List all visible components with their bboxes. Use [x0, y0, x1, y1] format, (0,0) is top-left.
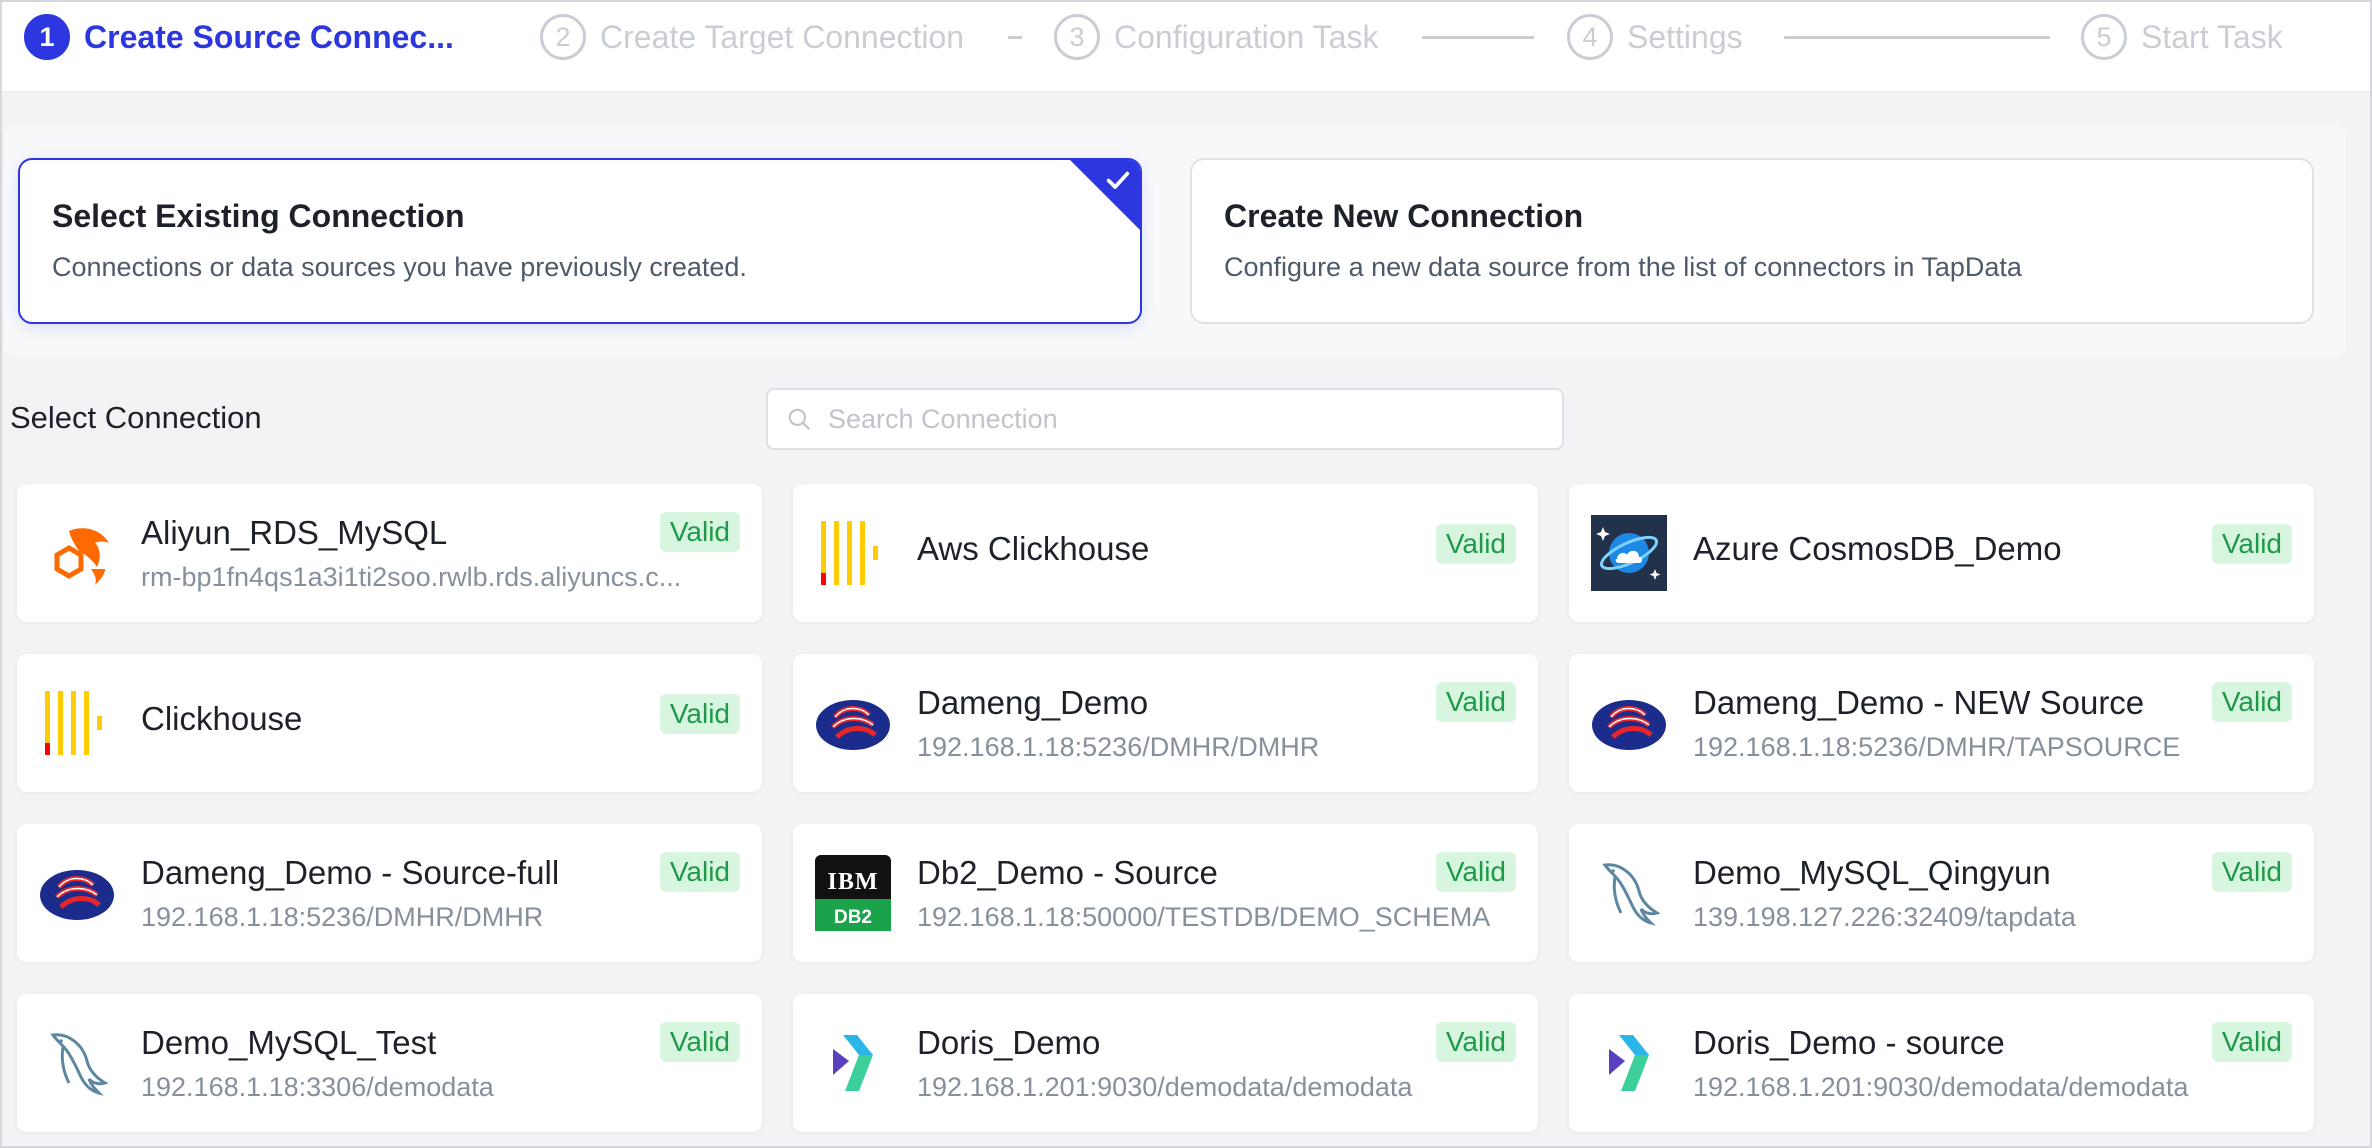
step-label: Configuration Task [1114, 18, 1379, 55]
step-configuration-task[interactable]: 3 Configuration Task [1054, 14, 1378, 60]
ibm-logo-text: IBM [828, 869, 879, 895]
connection-card[interactable]: Dameng_Demo - NEW Source 192.168.1.18:52… [1569, 654, 2314, 792]
step-number: 4 [1567, 14, 1613, 60]
connection-name: Aliyun_RDS_MySQL [141, 514, 448, 551]
aliyun-dolphin-icon [54, 528, 109, 585]
step-number: 1 [24, 14, 70, 60]
dameng-icon [1592, 700, 1666, 750]
connection-card[interactable]: Dameng_Demo - Source-full 192.168.1.18:5… [17, 824, 762, 962]
ibm-db2-icon: IBM DB2 [815, 855, 891, 931]
step-create-source[interactable]: 1 Create Source Connec... [24, 14, 454, 60]
select-connection-heading: Select Connection [10, 400, 262, 435]
connection-name: Db2_Demo - Source [917, 854, 1218, 891]
cosmosdb-icon [1591, 515, 1667, 591]
option-description: Configure a new data source from the lis… [1224, 252, 2022, 282]
connection-card[interactable]: Aliyun_RDS_MySQL rm-bp1fn4qs1a3i1ti2soo.… [17, 484, 762, 622]
connection-card[interactable]: Doris_Demo 192.168.1.201:9030/demodata/d… [793, 994, 1538, 1132]
connection-card[interactable]: Dameng_Demo 192.168.1.18:5236/DMHR/DMHR … [793, 654, 1538, 792]
connection-card[interactable]: Aws Clickhouse Valid [793, 484, 1538, 622]
connection-address: 192.168.1.18:5236/DMHR/DMHR [917, 732, 1320, 762]
clickhouse-icon [45, 691, 102, 755]
step-connector [1422, 36, 1534, 39]
clickhouse-icon [821, 521, 878, 585]
connection-name: Doris_Demo - source [1693, 1024, 2005, 1061]
step-number: 3 [1054, 14, 1100, 60]
connection-card[interactable]: Demo_MySQL_Qingyun 139.198.127.226:32409… [1569, 824, 2314, 962]
connection-address: 192.168.1.18:5236/DMHR/TAPSOURCE [1693, 732, 2181, 762]
step-connector [1784, 36, 2050, 39]
checkmark-icon [1106, 171, 1130, 189]
status-badge: Valid [1435, 524, 1516, 564]
status-badge: Valid [2211, 852, 2292, 892]
status-badge: Valid [659, 852, 740, 892]
status-badge: Valid [659, 512, 740, 552]
status-badge: Valid [1435, 852, 1516, 892]
status-badge: Valid [2211, 524, 2292, 564]
step-label: Create Target Connection [600, 18, 965, 55]
connection-address: 192.168.1.201:9030/demodata/demodata [917, 1072, 1413, 1102]
connection-address: 192.168.1.18:50000/TESTDB/DEMO_SCHEMA [917, 902, 1491, 932]
status-badge: Valid [2211, 682, 2292, 722]
dameng-icon [816, 700, 890, 750]
step-connector [1008, 36, 1022, 39]
doris-icon [833, 1035, 873, 1091]
connection-address: 192.168.1.18:5236/DMHR/DMHR [141, 902, 544, 932]
mysql-dolphin-icon [50, 1033, 109, 1096]
connection-address: rm-bp1fn4qs1a3i1ti2soo.rwlb.rds.aliyuncs… [141, 562, 682, 592]
status-badge: Valid [659, 1022, 740, 1062]
option-description: Connections or data sources you have pre… [52, 252, 747, 282]
connection-address: 192.168.1.201:9030/demodata/demodata [1693, 1072, 2189, 1102]
connection-name: Demo_MySQL_Test [141, 1024, 437, 1061]
db2-logo-text: DB2 [834, 907, 872, 928]
app-frame: 1 Create Source Connec... 2 Create Targe… [0, 0, 2372, 1148]
step-label: Settings [1627, 18, 1743, 55]
step-number: 5 [2081, 14, 2127, 60]
create-new-connection-card[interactable]: Create New Connection Configure a new da… [1190, 158, 2314, 324]
connection-card[interactable]: Azure CosmosDB_Demo Valid [1569, 484, 2314, 622]
search-box[interactable] [766, 388, 1564, 450]
connection-card[interactable]: Doris_Demo - source 192.168.1.201:9030/d… [1569, 994, 2314, 1132]
progress-stepper: 1 Create Source Connec... 2 Create Targe… [2, 2, 2370, 92]
connection-name: Doris_Demo [917, 1024, 1101, 1061]
doris-icon [1609, 1035, 1649, 1091]
connection-name: Dameng_Demo - NEW Source [1693, 684, 2145, 721]
connection-name: Azure CosmosDB_Demo [1693, 530, 2062, 567]
step-number: 2 [540, 14, 586, 60]
connection-card[interactable]: Clickhouse Valid [17, 654, 762, 792]
connection-mode-options: Select Existing Connection Connections o… [4, 126, 2346, 356]
connection-name: Aws Clickhouse [917, 530, 1150, 567]
connection-address: 192.168.1.18:3306/demodata [141, 1072, 494, 1102]
step-label: Create Source Connec... [84, 18, 454, 55]
connection-address: 139.198.127.226:32409/tapdata [1693, 902, 2076, 932]
option-title: Create New Connection [1224, 198, 1584, 234]
status-badge: Valid [1435, 1022, 1516, 1062]
step-start-task[interactable]: 5 Start Task [2081, 14, 2283, 60]
select-existing-connection-card[interactable]: Select Existing Connection Connections o… [18, 158, 1142, 324]
step-create-target[interactable]: 2 Create Target Connection [540, 14, 964, 60]
status-badge: Valid [1435, 682, 1516, 722]
search-input[interactable] [828, 403, 1528, 435]
mysql-dolphin-icon [1602, 863, 1661, 926]
status-badge: Valid [659, 694, 740, 734]
dameng-icon [40, 870, 114, 920]
connection-name: Demo_MySQL_Qingyun [1693, 854, 2051, 891]
connection-name: Dameng_Demo [917, 684, 1149, 721]
step-label: Start Task [2141, 18, 2283, 55]
connection-name: Clickhouse [141, 700, 303, 737]
connection-card[interactable]: IBM DB2 Db2_Demo - Source 192.168.1.18:5… [793, 824, 1538, 962]
status-badge: Valid [2211, 1022, 2292, 1062]
search-icon [788, 408, 810, 430]
option-title: Select Existing Connection [52, 198, 465, 234]
connection-name: Dameng_Demo - Source-full [141, 854, 560, 891]
step-settings[interactable]: 4 Settings [1567, 14, 1743, 60]
connection-card[interactable]: Demo_MySQL_Test 192.168.1.18:3306/demoda… [17, 994, 762, 1132]
